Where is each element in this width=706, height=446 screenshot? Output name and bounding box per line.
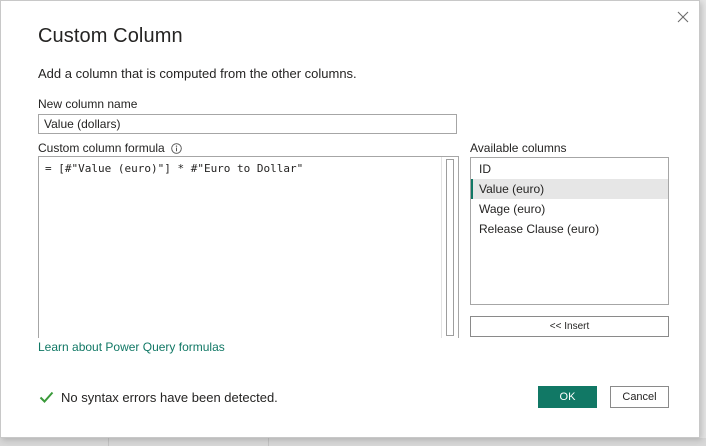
checkmark-icon (39, 391, 54, 403)
column-item-id[interactable]: ID (471, 159, 668, 179)
custom-column-dialog: Custom Column Add a column that is compu… (0, 0, 700, 438)
background-app-strip (0, 438, 706, 446)
info-icon[interactable] (171, 143, 182, 154)
formula-text[interactable]: = [#"Value (euro)"] * #"Euro to Dollar" (45, 162, 303, 175)
scrollbar-thumb[interactable] (446, 159, 454, 336)
cancel-button[interactable]: Cancel (610, 386, 669, 408)
new-column-name-input[interactable] (38, 114, 457, 134)
insert-button[interactable]: << Insert (470, 316, 669, 337)
close-button[interactable] (673, 7, 693, 27)
column-item-wage-euro[interactable]: Wage (euro) (471, 199, 668, 219)
syntax-status-text: No syntax errors have been detected. (61, 390, 278, 405)
close-icon (677, 11, 689, 23)
formula-scrollbar[interactable] (441, 157, 458, 338)
column-item-value-euro[interactable]: Value (euro) (471, 179, 668, 199)
dialog-title: Custom Column (38, 25, 183, 47)
new-column-name-label: New column name (38, 97, 138, 111)
available-columns-label: Available columns (470, 141, 567, 155)
column-item-release-clause-euro[interactable]: Release Clause (euro) (471, 219, 668, 239)
dialog-subtitle: Add a column that is computed from the o… (38, 66, 357, 81)
learn-power-query-link[interactable]: Learn about Power Query formulas (38, 340, 225, 354)
background-divider (108, 438, 109, 446)
ok-button[interactable]: OK (538, 386, 597, 408)
background-divider (268, 438, 269, 446)
available-columns-list: ID Value (euro) Wage (euro) Release Clau… (470, 157, 669, 305)
formula-editor[interactable]: = [#"Value (euro)"] * #"Euro to Dollar" (38, 156, 459, 338)
custom-column-formula-label: Custom column formula (38, 141, 165, 155)
